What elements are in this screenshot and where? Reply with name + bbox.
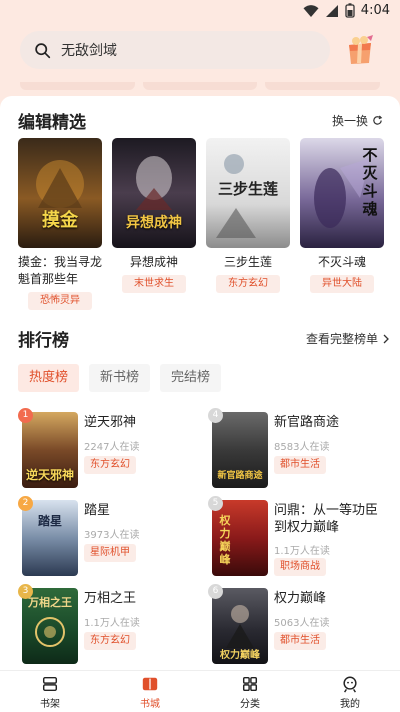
rank-badge: 2 bbox=[18, 496, 33, 511]
reader-count: 2247人在读 bbox=[84, 442, 140, 453]
ranking-item[interactable]: 3 万相之王 万相之王 1.1万人在读 东方玄幻 bbox=[18, 584, 188, 666]
view-full-ranking-link[interactable]: 查看完整榜单 bbox=[306, 330, 390, 347]
cover-title: 新官路商途 bbox=[217, 471, 263, 481]
reader-count: 1.1万人在读 bbox=[84, 618, 140, 629]
reader-count: 8583人在读 bbox=[274, 442, 330, 453]
search-query-text: 无敌剑域 bbox=[61, 43, 117, 59]
nav-category[interactable]: 分类 bbox=[200, 671, 300, 712]
book-title: 万相之王 bbox=[84, 591, 137, 606]
book-card[interactable]: 摸金 摸金：我当寻龙魁首那些年 恐怖灵异 bbox=[18, 138, 102, 310]
genre-tag: 末世求生 bbox=[122, 275, 186, 293]
book-title: 问鼎：从一等功臣到权力巅峰 bbox=[274, 503, 379, 535]
book-open-icon bbox=[142, 677, 158, 691]
search-icon bbox=[35, 42, 51, 58]
profile-icon bbox=[343, 676, 357, 693]
nav-bookshelf[interactable]: 书架 bbox=[0, 671, 100, 712]
main-content: 编辑精选 换一换 摸金 摸金：我当寻龙魁首那些年 恐怖灵异 异想成神 异想成神 … bbox=[0, 96, 400, 670]
bottom-nav: 书架 书城 分类 我的 bbox=[0, 670, 400, 712]
rank-badge: 5 bbox=[208, 496, 223, 511]
refresh-icon bbox=[373, 115, 383, 125]
book-title: 踏星 bbox=[84, 503, 111, 518]
book-card[interactable]: 不灭斗魂 不灭斗魂 异世大陆 bbox=[300, 138, 384, 310]
cover-title: 不灭斗魂 bbox=[362, 146, 378, 218]
tab-hot[interactable]: 热度榜 bbox=[18, 364, 80, 392]
book-cover: 新官路商途 bbox=[212, 412, 268, 488]
cover-title: 异想成神 bbox=[126, 215, 182, 231]
ranking-item[interactable]: 5 权力巅峰 问鼎：从一等功臣到权力巅峰 1.1万人在读 职场商战 bbox=[208, 496, 379, 578]
bookshelf-icon bbox=[42, 676, 58, 692]
book-cover: 三步生莲 bbox=[206, 138, 290, 248]
reader-count: 5063人在读 bbox=[274, 618, 330, 629]
ranking-title: 排行榜 bbox=[18, 331, 69, 351]
book-card[interactable]: 三步生莲 三步生莲 东方玄幻 bbox=[206, 138, 290, 310]
ranking-item[interactable]: 6 权力巅峰 权力巅峰 5063人在读 都市生活 bbox=[208, 584, 378, 666]
book-card[interactable]: 异想成神 异想成神 末世求生 bbox=[112, 138, 196, 310]
book-cover: 万相之王 bbox=[22, 588, 78, 664]
cover-title: 权力巅峰 bbox=[220, 650, 260, 661]
book-title: 逆天邪神 bbox=[84, 415, 137, 430]
reader-count: 3973人在读 bbox=[84, 530, 140, 541]
genre-tag: 东方玄幻 bbox=[84, 632, 136, 650]
book-cover: 逆天邪神 bbox=[22, 412, 78, 488]
cover-title: 逆天邪神 bbox=[25, 468, 74, 482]
cover-title: 权力巅峰 bbox=[219, 514, 231, 566]
ranking-item[interactable]: 2 踏星 踏星 3973人在读 星际机甲 bbox=[18, 496, 188, 578]
rank-badge: 4 bbox=[208, 408, 223, 423]
status-time: 4:04 bbox=[360, 3, 390, 18]
gift-box-icon[interactable] bbox=[343, 33, 377, 67]
banner-strip bbox=[20, 82, 381, 90]
refresh-label: 换一换 bbox=[332, 114, 369, 128]
rank-badge: 6 bbox=[208, 584, 223, 599]
book-cover: 不灭斗魂 bbox=[300, 138, 384, 248]
book-cover: 权力巅峰 bbox=[212, 500, 268, 576]
book-title: 三步生莲 bbox=[223, 255, 272, 269]
nav-label: 书城 bbox=[140, 699, 160, 710]
nav-label: 书架 bbox=[40, 699, 60, 710]
book-cover: 摸金 bbox=[18, 138, 102, 248]
battery-icon bbox=[345, 3, 355, 18]
wifi-icon bbox=[303, 4, 319, 17]
tab-new[interactable]: 新书榜 bbox=[89, 364, 151, 392]
genre-tag: 都市生活 bbox=[274, 456, 326, 474]
book-title: 权力巅峰 bbox=[274, 591, 327, 606]
reader-count: 1.1万人在读 bbox=[274, 546, 330, 557]
genre-tag: 东方玄幻 bbox=[216, 275, 280, 293]
chevron-right-icon bbox=[383, 334, 389, 343]
editor-picks-list: 摸金 摸金：我当寻龙魁首那些年 恐怖灵异 异想成神 异想成神 末世求生 三步生莲… bbox=[18, 138, 384, 310]
cover-title: 摸金 bbox=[42, 210, 78, 231]
genre-tag: 都市生活 bbox=[274, 632, 326, 650]
nav-label: 我的 bbox=[340, 699, 360, 710]
book-title: 新官路商途 bbox=[274, 415, 340, 430]
nav-profile[interactable]: 我的 bbox=[300, 671, 400, 712]
cover-title: 三步生莲 bbox=[217, 180, 278, 198]
genre-tag: 东方玄幻 bbox=[84, 456, 136, 474]
rank-badge: 3 bbox=[18, 584, 33, 599]
editor-picks-title: 编辑精选 bbox=[18, 113, 86, 133]
cover-title: 踏星 bbox=[37, 514, 62, 528]
book-cover: 异想成神 bbox=[112, 138, 196, 248]
search-input[interactable]: 无敌剑域 bbox=[20, 31, 330, 69]
tab-finished[interactable]: 完结榜 bbox=[160, 364, 222, 392]
book-title: 不灭斗魂 bbox=[317, 255, 366, 269]
book-title: 摸金：我当寻龙魁首那些年 bbox=[18, 255, 103, 286]
nav-label: 分类 bbox=[240, 699, 260, 710]
refresh-button[interactable]: 换一换 bbox=[332, 112, 383, 129]
rank-badge: 1 bbox=[18, 408, 33, 423]
signal-icon bbox=[325, 4, 338, 17]
book-cover: 踏星 bbox=[22, 500, 78, 576]
genre-tag: 星际机甲 bbox=[84, 544, 136, 562]
genre-tag: 职场商战 bbox=[274, 558, 326, 576]
ranking-item[interactable]: 1 逆天邪神 逆天邪神 2247人在读 东方玄幻 bbox=[18, 408, 188, 490]
genre-tag: 异世大陆 bbox=[310, 275, 374, 293]
ranking-item[interactable]: 4 新官路商途 新官路商途 8583人在读 都市生活 bbox=[208, 408, 378, 490]
ranking-tabs: 热度榜 新书榜 完结榜 bbox=[18, 364, 222, 392]
nav-bookstore[interactable]: 书城 bbox=[100, 671, 200, 712]
view-full-ranking-label: 查看完整榜单 bbox=[306, 332, 379, 346]
book-cover: 权力巅峰 bbox=[212, 588, 268, 664]
grid-icon bbox=[242, 676, 258, 692]
book-title: 异想成神 bbox=[129, 255, 178, 269]
genre-tag: 恐怖灵异 bbox=[28, 292, 92, 310]
status-bar: 4:04 bbox=[0, 0, 400, 24]
